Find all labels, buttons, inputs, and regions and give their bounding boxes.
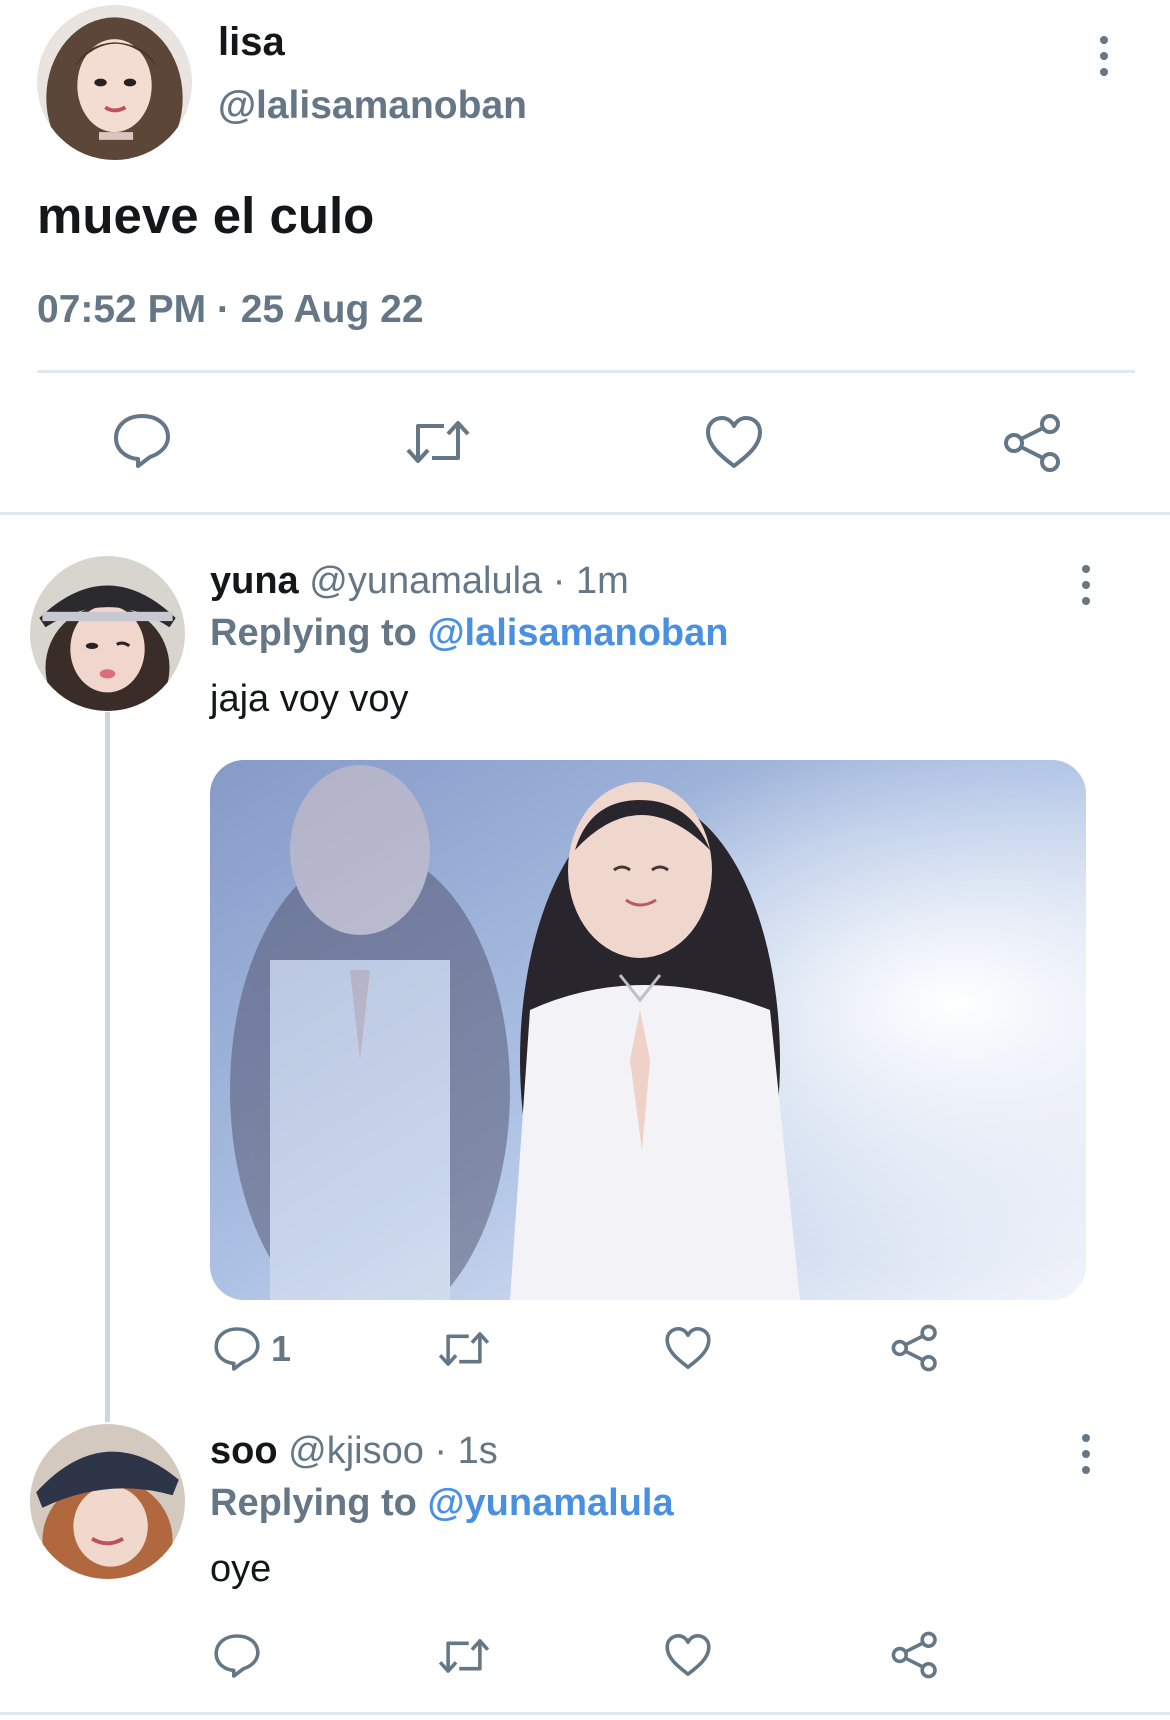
tweet-text: jaja voy voy xyxy=(210,678,409,720)
like-button[interactable] xyxy=(704,414,764,470)
reply-button[interactable] xyxy=(112,412,172,470)
tweet-text: oye xyxy=(210,1548,272,1590)
handle[interactable]: @yunamalula xyxy=(309,560,542,602)
more-options-icon[interactable] xyxy=(1080,565,1092,605)
reply-icon xyxy=(214,1634,260,1678)
divider xyxy=(37,370,1135,373)
display-name[interactable]: lisa xyxy=(218,20,285,65)
share-icon xyxy=(891,1324,937,1372)
display-name[interactable]: soo xyxy=(210,1430,278,1472)
retweet-button[interactable] xyxy=(437,1634,491,1678)
like-icon xyxy=(665,1327,711,1369)
replying-to: Replying to @yunamalula xyxy=(210,1482,674,1525)
share-button[interactable] xyxy=(890,1324,940,1372)
divider xyxy=(0,1712,1170,1715)
reply-icon xyxy=(114,414,170,468)
handle[interactable]: @lalisamanoban xyxy=(218,84,527,128)
handle[interactable]: @kjisoo xyxy=(288,1430,424,1472)
reply-button[interactable]: 1 xyxy=(213,1325,291,1373)
replying-to-label: Replying to xyxy=(210,612,417,654)
like-button[interactable] xyxy=(664,1632,712,1678)
retweet-button[interactable] xyxy=(437,1327,491,1371)
display-name[interactable]: yuna xyxy=(210,560,299,602)
like-icon xyxy=(665,1634,711,1676)
relative-time[interactable]: · 1m xyxy=(553,560,629,602)
reply-icon xyxy=(214,1327,260,1371)
like-button[interactable] xyxy=(664,1325,712,1371)
share-button[interactable] xyxy=(890,1631,940,1679)
like-icon xyxy=(706,416,762,468)
replying-to-handle[interactable]: @lalisamanoban xyxy=(427,612,728,654)
replying-to-label: Replying to xyxy=(210,1482,417,1524)
media-image[interactable] xyxy=(210,760,1086,1300)
share-icon xyxy=(1004,414,1060,472)
avatar[interactable] xyxy=(30,556,185,711)
share-icon xyxy=(891,1631,937,1679)
timestamp[interactable]: 07:52 PM · 25 Aug 22 xyxy=(37,288,424,332)
replying-to: Replying to @lalisamanoban xyxy=(210,612,728,655)
reply-header: soo @kjisoo · 1s xyxy=(210,1430,498,1473)
tweet-text: mueve el culo xyxy=(37,187,375,244)
retweet-icon xyxy=(438,1332,490,1366)
more-options-icon[interactable] xyxy=(1098,36,1110,76)
more-options-icon[interactable] xyxy=(1080,1434,1092,1474)
retweet-icon xyxy=(438,1639,490,1673)
replying-to-handle[interactable]: @yunamalula xyxy=(427,1482,673,1524)
thread-line xyxy=(105,712,110,1422)
avatar[interactable] xyxy=(37,5,192,160)
divider xyxy=(0,512,1170,515)
reply-header: yuna @yunamalula · 1m xyxy=(210,560,629,603)
share-button[interactable] xyxy=(1002,413,1064,473)
relative-time[interactable]: · 1s xyxy=(434,1430,497,1472)
retweet-icon xyxy=(406,421,470,463)
retweet-button[interactable] xyxy=(404,416,472,468)
reply-count: 1 xyxy=(271,1328,292,1369)
reply-button[interactable] xyxy=(213,1632,261,1680)
avatar[interactable] xyxy=(30,1424,185,1579)
